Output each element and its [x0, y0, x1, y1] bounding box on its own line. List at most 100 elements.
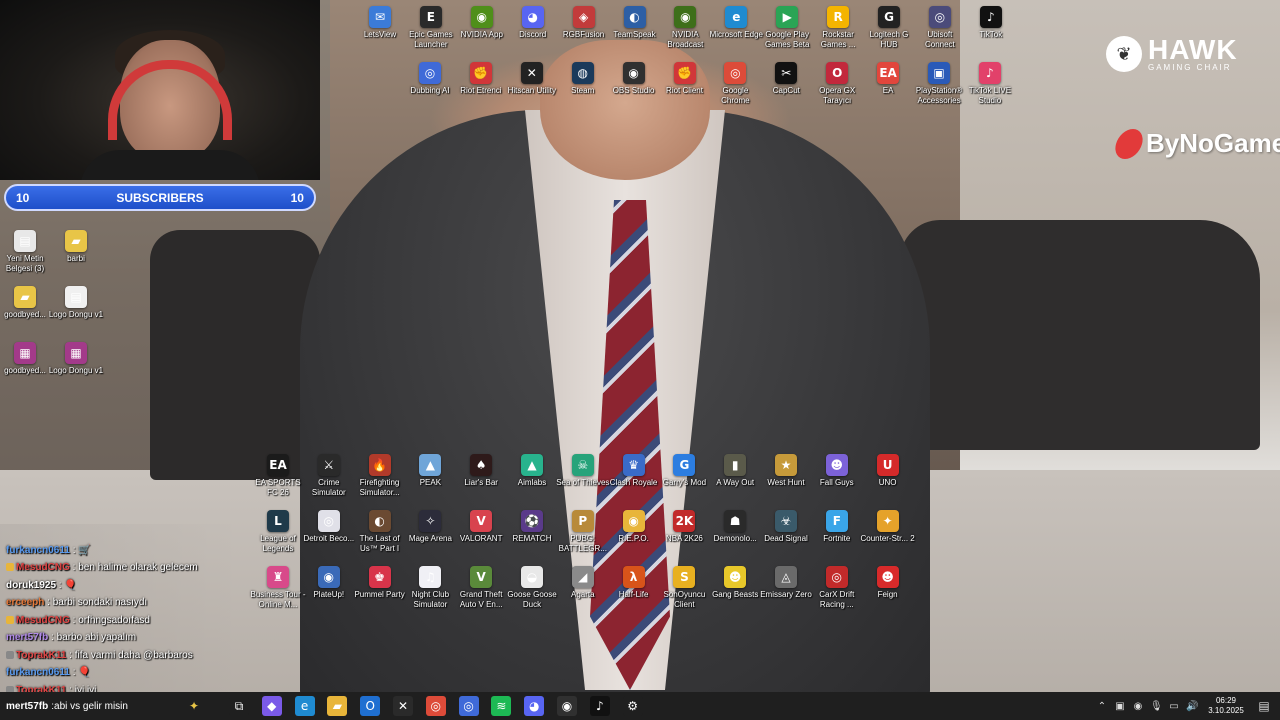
desktop-shortcut[interactable]: E Epic Games Launcher — [403, 6, 459, 50]
west-hunt-icon: ★ — [775, 454, 797, 476]
discord-icon[interactable]: ◕ — [524, 696, 545, 716]
taskbar-clock[interactable]: 06:29 3.10.2025 — [1204, 696, 1248, 716]
desktop-shortcut[interactable]: ◕ Discord — [505, 6, 561, 40]
desktop-shortcut[interactable]: U UNO — [860, 454, 916, 488]
desktop-shortcut[interactable]: ☗ Demonolo... — [707, 510, 763, 544]
desktop-shortcut[interactable]: λ Half-Life — [606, 566, 662, 600]
desktop-shortcut[interactable]: ◉ R.E.P.O. — [606, 510, 662, 544]
desktop-shortcut[interactable]: ◉ NVIDIA App — [454, 6, 510, 40]
desktop-shortcut[interactable]: V Grand Theft Auto V En... — [453, 566, 509, 610]
tray-app-icon[interactable]: ▣ — [1114, 701, 1126, 712]
desktop-shortcut[interactable]: ☻ Fall Guys — [809, 454, 865, 488]
desktop-shortcut[interactable]: ◒ Goose Goose Duck — [504, 566, 560, 610]
desktop-shortcut[interactable]: ▤ Logo Dongu v1 — [48, 286, 104, 320]
desktop-shortcut[interactable]: ⚽ REMATCH — [504, 510, 560, 544]
chrome-icon[interactable]: ◎ — [425, 696, 446, 716]
desktop-shortcut[interactable]: ♫ Night Club Simulator — [402, 566, 458, 610]
desktop-shortcut[interactable]: ◎ CarX Drift Racing ... — [809, 566, 865, 610]
desktop-shortcut[interactable]: e Microsoft Edge — [708, 6, 764, 40]
desktop-shortcut[interactable]: ♚ Pummel Party — [352, 566, 408, 600]
desktop-shortcut[interactable]: ✊ Riot Etrenci — [453, 62, 509, 96]
desktop-shortcut[interactable]: V VALORANT — [453, 510, 509, 544]
desktop-shortcut[interactable]: ▶ Google Play Games Beta — [759, 6, 815, 50]
notification-center-icon[interactable]: ▤ — [1254, 696, 1274, 716]
obs-icon[interactable]: ◉ — [557, 696, 577, 716]
desktop-shortcut[interactable]: ♠ Liar's Bar — [453, 454, 509, 488]
epic-games-icon: E — [419, 6, 442, 28]
file-explorer-icon[interactable]: ▰ — [327, 696, 348, 716]
desktop-shortcut[interactable]: G Logitech G HUB — [861, 6, 917, 50]
desktop-shortcut[interactable]: ☻ Gang Beasts — [707, 566, 763, 600]
desktop-shortcut[interactable]: ☻ Feign — [860, 566, 916, 600]
desktop-shortcut[interactable]: ▮ A Way Out — [707, 454, 763, 488]
desktop-shortcut[interactable]: EA EA SPORTS FC 26 — [250, 454, 306, 498]
edge-icon[interactable]: e — [294, 696, 315, 716]
desktop-shortcut[interactable]: ♜ Business Tour - Online M... — [250, 566, 306, 610]
fall-guys-icon: ☻ — [825, 454, 848, 476]
desktop-shortcut[interactable]: ✊ Riot Client — [657, 62, 713, 96]
desktop-shortcut[interactable]: ▰ barbi — [48, 230, 104, 264]
desktop-shortcut[interactable]: EA EA — [860, 62, 916, 96]
desktop-shortcut[interactable]: ◉ OBS Studio — [606, 62, 662, 96]
desktop-shortcut[interactable]: ✦ Counter-Str... 2 — [860, 510, 916, 544]
outlook-icon[interactable]: O — [360, 696, 381, 716]
spotify-icon[interactable]: ≋ — [491, 696, 512, 716]
desktop-shortcut[interactable]: ◎ Ubisoft Connect — [912, 6, 968, 50]
settings-icon[interactable]: ⚙ — [622, 696, 643, 716]
task-view-icon[interactable]: ⧉ — [229, 696, 249, 716]
tray-microphone-icon[interactable]: 🎙 — [1150, 701, 1163, 712]
rockstar-icon: R — [827, 6, 850, 28]
desktop-shortcut[interactable]: ▦ Logo Dongu v1 — [48, 342, 104, 376]
desktop-shortcut[interactable]: ✧ Mage Arena — [402, 510, 458, 544]
desktop-shortcut[interactable]: L League of Legends — [250, 510, 306, 554]
desktop-shortcut[interactable]: ♛ Clash Royale — [606, 454, 662, 488]
desktop-shortcut[interactable]: ◍ Steam — [555, 62, 611, 96]
desktop-shortcut[interactable]: R Rockstar Games ... — [810, 6, 866, 50]
desktop-shortcut[interactable]: ◎ Detroit Beco... — [301, 510, 357, 544]
desktop-shortcut[interactable]: ◐ TeamSpeak — [607, 6, 663, 40]
desktop-shortcut[interactable]: ★ West Hunt — [758, 454, 814, 488]
desktop-shortcut[interactable]: ♪ TikTok LIVE Studio — [962, 62, 1018, 106]
desktop-shortcut[interactable]: P PUBG: BATTLEGR... — [555, 510, 611, 554]
desktop-shortcut[interactable]: ◈ RGBFusion — [556, 6, 612, 40]
desktop-shortcut[interactable]: ▲ Aimlabs — [504, 454, 560, 488]
desktop-shortcut[interactable]: ▲ PEAK — [402, 454, 458, 488]
desktop-shortcut[interactable]: ♪ TikTok — [963, 6, 1019, 40]
tray-overflow-chevron-icon[interactable]: ⌃ — [1096, 701, 1108, 712]
desktop-shortcut[interactable]: ◬ Emissary Zero — [758, 566, 814, 600]
xbox-icon[interactable]: ✕ — [393, 696, 413, 716]
desktop-shortcut[interactable]: ◎ Dubbing AI — [402, 62, 458, 96]
desktop-shortcut[interactable]: S SonOyuncu Client — [656, 566, 712, 610]
desktop-shortcut[interactable]: ◐ The Last of Us™ Part I — [352, 510, 408, 554]
desktop-shortcut[interactable]: ◎ Google Chrome — [707, 62, 763, 106]
opera-gx-icon: O — [826, 62, 849, 84]
desktop-shortcut[interactable]: F Fortnite — [809, 510, 865, 544]
desktop-shortcut[interactable]: ▦ goodbyed... — [0, 342, 53, 376]
desktop-shortcut[interactable]: ▰ goodbyed... — [0, 286, 53, 320]
desktop-shortcut[interactable]: 2K NBA 2K26 — [656, 510, 712, 544]
obs-icon: ◉ — [622, 62, 645, 84]
desktop-shortcut[interactable]: ⚔ Crime Simulator — [301, 454, 357, 498]
nba-2k26-icon: 2K — [673, 510, 696, 532]
desktop-shortcut[interactable]: ◉ NVIDIA Broadcast — [657, 6, 713, 50]
agarta-icon: ◢ — [571, 566, 594, 588]
desktop-shortcut[interactable]: G Garry's Mod — [656, 454, 712, 488]
copilot-icon[interactable]: ◆ — [261, 696, 282, 716]
tray-volume-icon[interactable]: 🔊 — [1186, 701, 1198, 712]
dubbing-ai-icon[interactable]: ◎ — [458, 696, 479, 716]
tiktok-icon[interactable]: ♪ — [589, 696, 610, 716]
desktop-shortcut[interactable]: ◉ PlateUp! — [301, 566, 357, 600]
desktop-shortcut[interactable]: ☣ Dead Signal — [758, 510, 814, 544]
desktop-shortcut[interactable]: ✉ LetsView — [352, 6, 408, 40]
desktop-shortcut[interactable]: O Opera GX Tarayıcı — [809, 62, 865, 106]
desktop-shortcut[interactable]: ✕ Hitscan Utility — [504, 62, 560, 96]
tray-network-icon[interactable]: ▭ — [1168, 701, 1180, 712]
widgets-sparkle-icon[interactable]: ✦ — [184, 696, 204, 716]
desktop-shortcut[interactable]: ✂ CapCut — [758, 62, 814, 96]
desktop-shortcut[interactable]: ▤ Yeni Metin Belgesi (3) — [0, 230, 53, 274]
desktop-shortcut[interactable]: ◢ Agarta — [555, 566, 611, 600]
tray-nvidia-icon[interactable]: ◉ — [1132, 701, 1144, 712]
desktop-shortcut[interactable]: 🔥 Firefighting Simulator... — [352, 454, 408, 498]
desktop-shortcut[interactable]: ▣ PlayStation® Accessories — [911, 62, 967, 106]
desktop-shortcut[interactable]: ☠ Sea of Thieves — [555, 454, 611, 488]
